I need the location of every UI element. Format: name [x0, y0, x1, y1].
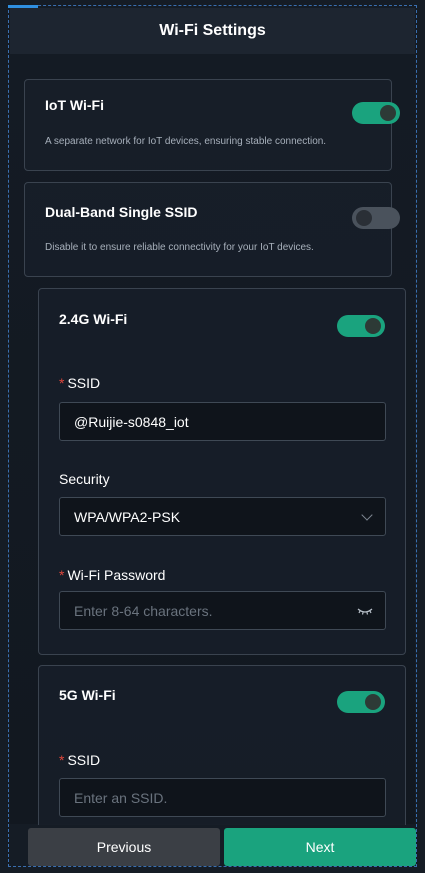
password-placeholder-24g: Enter 8-64 characters. — [74, 602, 213, 619]
required-mark: * — [59, 375, 65, 391]
wifi-24g-card: 2.4G Wi-Fi * SSID @Ruijie-s0848_iot Secur… — [38, 288, 406, 655]
security-label: Security — [59, 471, 110, 487]
wifi-5g-card: 5G Wi-Fi * SSID Enter an SSID. — [38, 665, 406, 825]
ssid-input-24g[interactable]: @Ruijie-s0848_iot — [59, 402, 386, 441]
page-title: Wi-Fi Settings — [159, 22, 266, 39]
security-value-24g: WPA/WPA2-PSK — [74, 508, 181, 525]
ssid-value-24g: @Ruijie-s0848_iot — [74, 413, 189, 430]
ssid-placeholder-5g: Enter an SSID. — [74, 789, 168, 806]
dual-band-description: Disable it to ensure reliable connectivi… — [45, 242, 314, 253]
security-select-24g[interactable]: WPA/WPA2-PSK — [59, 497, 386, 536]
required-mark: * — [59, 567, 65, 583]
previous-button[interactable]: Previous — [28, 828, 220, 866]
wifi-24g-title: 2.4G Wi-Fi — [59, 311, 128, 327]
toggle-knob — [365, 694, 381, 710]
ssid-label-text-5g: SSID — [67, 752, 101, 768]
toggle-knob — [365, 318, 381, 334]
iot-wifi-card: IoT Wi-Fi A separate network for IoT dev… — [24, 79, 400, 171]
next-button-label: Next — [305, 839, 335, 855]
chevron-down-icon — [361, 509, 373, 521]
dual-band-card: Dual-Band Single SSID Disable it to ensu… — [24, 182, 400, 277]
password-label: * Wi-Fi Password — [59, 567, 165, 583]
toggle-knob — [356, 210, 372, 226]
required-mark: * — [59, 752, 65, 768]
iot-wifi-description: A separate network for IoT devices, ensu… — [45, 136, 327, 147]
ssid-label-text: SSID — [67, 375, 101, 391]
iot-wifi-toggle[interactable] — [352, 102, 400, 124]
ssid-label: * SSID — [59, 375, 100, 391]
ssid-label-5g: * SSID — [59, 752, 100, 768]
wifi-24g-toggle[interactable] — [337, 315, 385, 337]
previous-button-label: Previous — [96, 839, 152, 855]
next-button[interactable]: Next — [224, 828, 416, 866]
wifi-5g-toggle[interactable] — [337, 691, 385, 713]
password-input-24g[interactable]: Enter 8-64 characters. — [59, 591, 386, 630]
toggle-knob — [380, 105, 396, 121]
wifi-5g-title: 5G Wi-Fi — [59, 687, 116, 703]
iot-wifi-title: IoT Wi-Fi — [45, 97, 104, 113]
password-label-text: Wi-Fi Password — [67, 567, 166, 583]
ssid-input-5g[interactable]: Enter an SSID. — [59, 778, 386, 817]
dual-band-title: Dual-Band Single SSID — [45, 204, 198, 220]
page-header: Wi-Fi Settings — [10, 8, 415, 54]
eye-closed-icon[interactable] — [357, 606, 373, 616]
dual-band-toggle[interactable] — [352, 207, 400, 229]
